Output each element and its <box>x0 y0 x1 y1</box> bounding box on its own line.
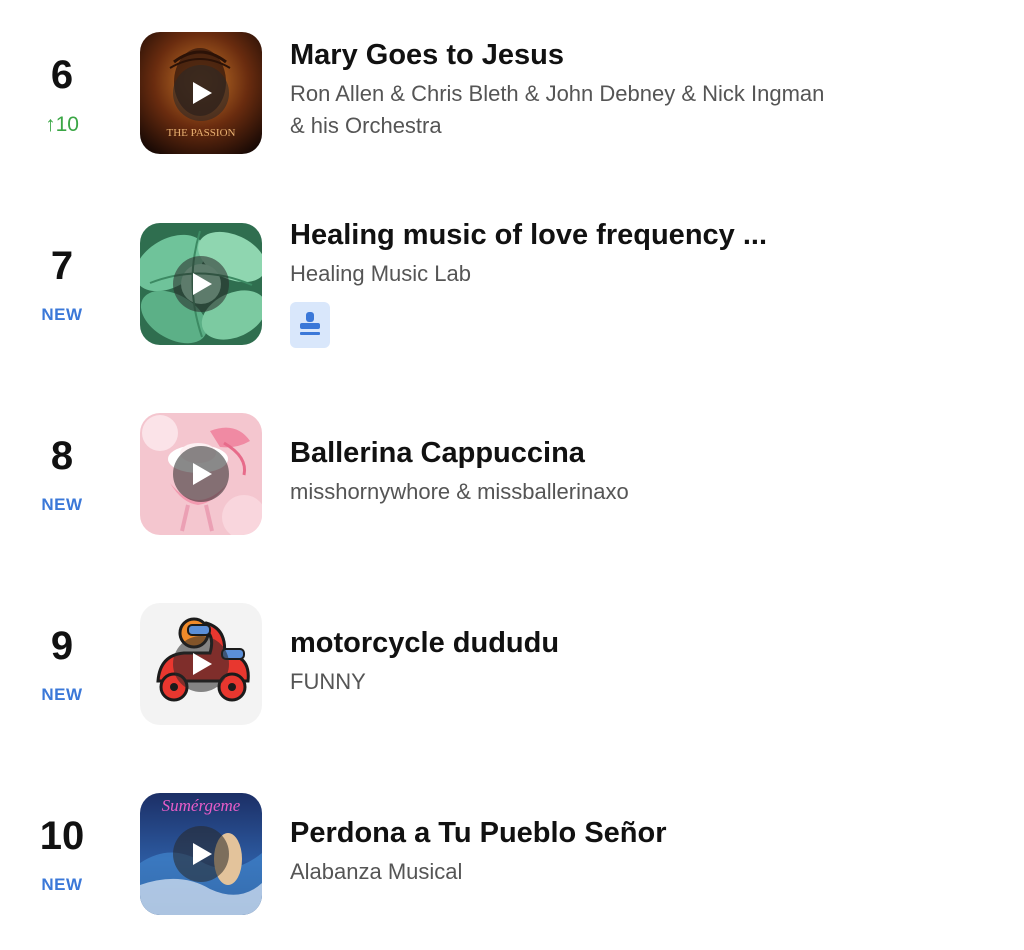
chart-row[interactable]: 9 NEW motorcycle dududu FUNNY <box>0 570 1024 760</box>
album-cover[interactable] <box>140 413 262 535</box>
chart-row[interactable]: 8 NEW Ballerina Cappuccina misshornywhor… <box>0 380 1024 570</box>
rank-column: 9 NEW <box>0 570 124 760</box>
rank-number: 7 <box>50 244 74 288</box>
cover-title-text: Sumérgeme <box>162 796 241 815</box>
play-button[interactable] <box>173 826 229 882</box>
chart-row[interactable]: 7 NEW Healing music of love frequency ..… <box>0 190 1024 380</box>
cover-title-text: THE PASSION <box>167 127 236 139</box>
rank-change-new: NEW <box>41 685 83 704</box>
album-cover[interactable] <box>140 223 262 345</box>
track-title[interactable]: motorcycle dududu <box>290 626 990 660</box>
rank-number: 8 <box>50 434 74 478</box>
rank-number: 6 <box>50 53 74 97</box>
play-icon <box>193 273 212 295</box>
album-cover[interactable]: Sumérgeme <box>140 793 262 915</box>
track-info: Mary Goes to Jesus Ron Allen & Chris Ble… <box>290 38 990 142</box>
track-info: Ballerina Cappuccina misshornywhore & mi… <box>290 436 990 508</box>
play-button[interactable] <box>173 65 229 121</box>
track-artist[interactable]: FUNNY <box>290 666 830 698</box>
chart-list: 6 ↑10 THE PASSION Mary Goes to Jesus Ron… <box>0 0 1024 948</box>
rank-number: 10 <box>39 814 85 858</box>
rank-change-new: NEW <box>41 495 83 514</box>
rank-column: 10 NEW <box>0 760 124 950</box>
track-artist[interactable]: Alabanza Musical <box>290 856 830 888</box>
rank-column: 8 NEW <box>0 380 124 570</box>
play-icon <box>193 463 212 485</box>
play-icon <box>193 843 212 865</box>
rank-change-new: NEW <box>41 305 83 324</box>
track-info: Healing music of love frequency ... Heal… <box>290 218 990 290</box>
chart-row[interactable]: 6 ↑10 THE PASSION Mary Goes to Jesus Ron… <box>0 0 1024 190</box>
play-icon <box>193 653 212 675</box>
play-button[interactable] <box>173 446 229 502</box>
rank-change-up: ↑10 <box>45 113 79 136</box>
album-cover[interactable] <box>140 603 262 725</box>
rank-column: 7 NEW <box>0 190 124 380</box>
rank-change-new: NEW <box>41 875 83 894</box>
play-icon <box>193 82 212 104</box>
track-artist[interactable]: Healing Music Lab <box>290 258 830 290</box>
track-title[interactable]: Ballerina Cappuccina <box>290 436 990 470</box>
rank-number: 9 <box>50 624 74 668</box>
rank-column: 6 ↑10 <box>0 0 124 190</box>
play-button[interactable] <box>173 256 229 312</box>
stamp-icon <box>300 312 320 335</box>
chart-row[interactable]: 10 NEW Sumérgeme Perdona a Tu Pueblo Señ… <box>0 760 1024 950</box>
stamp-badge[interactable] <box>290 302 330 348</box>
track-title[interactable]: Healing music of love frequency ... <box>290 218 990 252</box>
album-cover[interactable]: THE PASSION <box>140 32 262 154</box>
track-artist[interactable]: misshornywhore & missballerinaxo <box>290 476 830 508</box>
track-title[interactable]: Perdona a Tu Pueblo Señor <box>290 816 990 850</box>
track-info: Perdona a Tu Pueblo Señor Alabanza Music… <box>290 816 990 888</box>
play-button[interactable] <box>173 636 229 692</box>
track-title[interactable]: Mary Goes to Jesus <box>290 38 990 72</box>
track-artist[interactable]: Ron Allen & Chris Bleth & John Debney & … <box>290 78 830 142</box>
track-info: motorcycle dududu FUNNY <box>290 626 990 698</box>
